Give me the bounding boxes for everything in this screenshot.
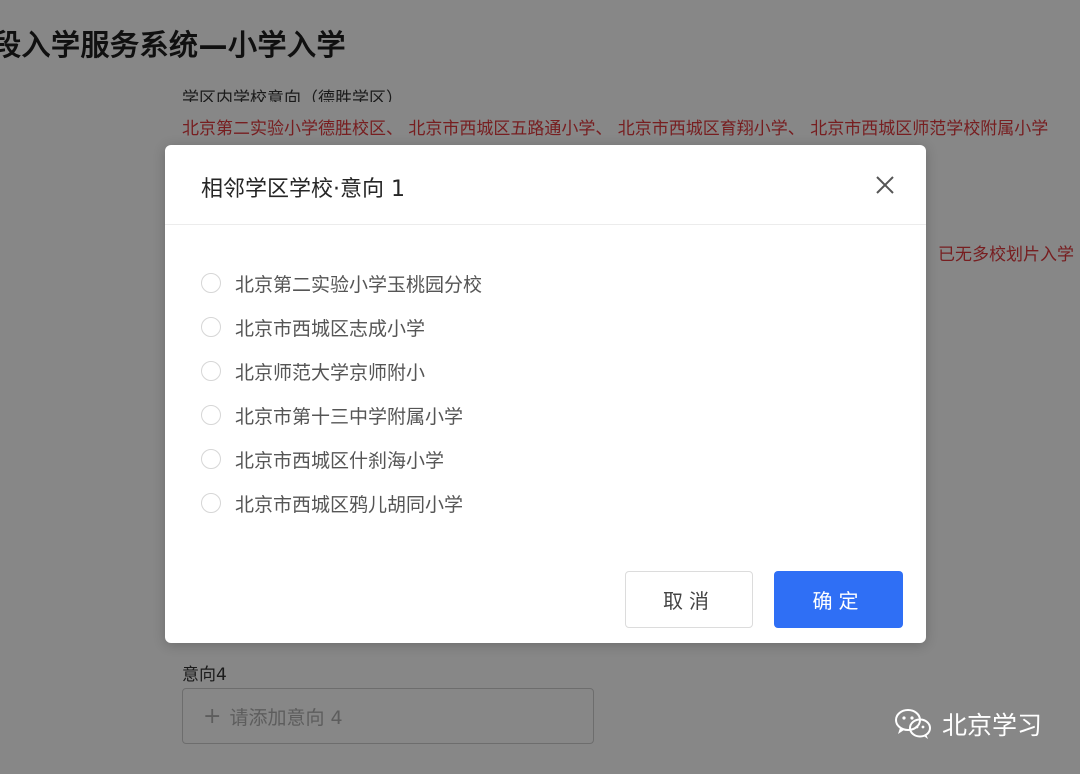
dialog-title: 相邻学区学校·意向 1 [201, 177, 405, 202]
cancel-button[interactable]: 取消 [625, 571, 753, 628]
radio-button[interactable] [201, 405, 221, 425]
watermark-text: 北京学习 [942, 711, 1043, 740]
school-option-label: 北京市西城区志成小学 [235, 317, 426, 340]
school-option-label: 北京师范大学京师附小 [235, 361, 426, 384]
school-option[interactable]: 北京市第十三中学附属小学 [201, 393, 482, 437]
radio-button[interactable] [201, 493, 221, 513]
dialog-header: 相邻学区学校·意向 1 [165, 145, 926, 225]
radio-button[interactable] [201, 361, 221, 381]
school-option-label: 北京第二实验小学玉桃园分校 [235, 273, 483, 296]
radio-button[interactable] [201, 317, 221, 337]
school-option-label: 北京市西城区什刹海小学 [235, 449, 445, 472]
school-option[interactable]: 北京市西城区鸦儿胡同小学 [201, 481, 482, 525]
radio-button[interactable] [201, 273, 221, 293]
school-intent-dialog: 相邻学区学校·意向 1 北京第二实验小学玉桃园分校 北京市西城区志成小学 北京师… [165, 145, 926, 643]
school-option[interactable]: 北京市西城区志成小学 [201, 305, 482, 349]
watermark: 北京学习 [894, 706, 1042, 742]
school-option[interactable]: 北京第二实验小学玉桃园分校 [201, 261, 482, 305]
school-option-label: 北京市西城区鸦儿胡同小学 [235, 493, 464, 516]
school-options-list: 北京第二实验小学玉桃园分校 北京市西城区志成小学 北京师范大学京师附小 北京市第… [201, 261, 482, 525]
confirm-button[interactable]: 确定 [774, 571, 903, 628]
wechat-icon [895, 709, 931, 739]
school-option[interactable]: 北京师范大学京师附小 [201, 349, 482, 393]
school-option-label: 北京市第十三中学附属小学 [235, 405, 464, 428]
close-icon[interactable] [871, 171, 899, 199]
school-option[interactable]: 北京市西城区什刹海小学 [201, 437, 482, 481]
radio-button[interactable] [201, 449, 221, 469]
